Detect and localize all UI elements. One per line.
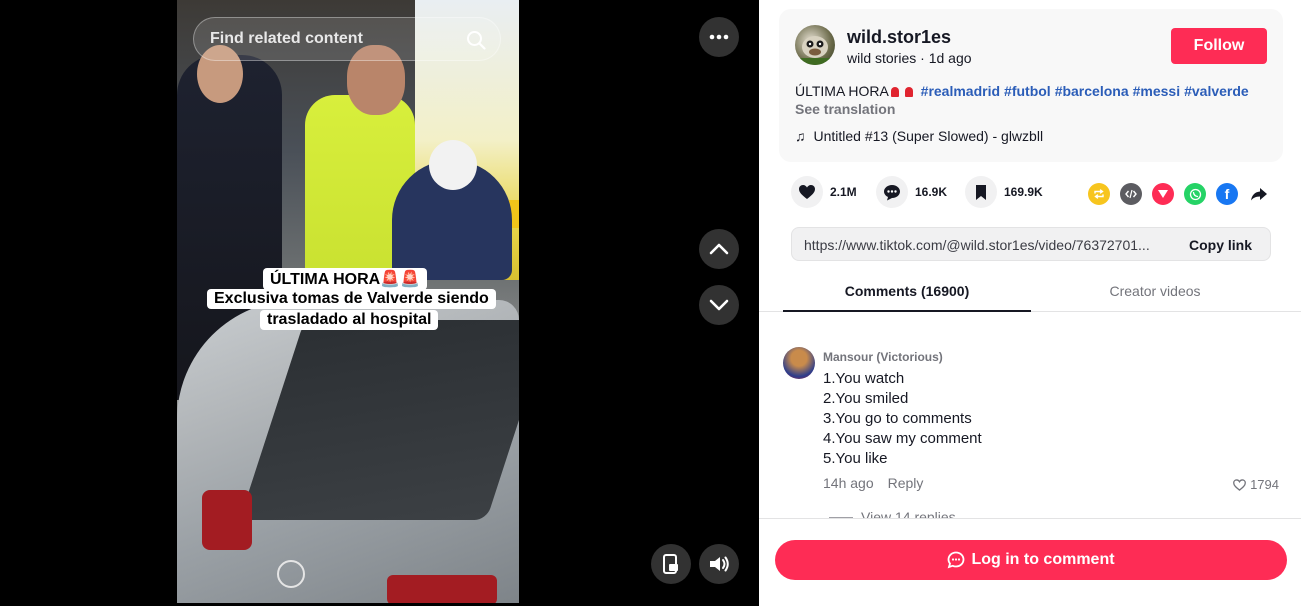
action-bar: 2.1M 16.9K 169.9K f	[759, 176, 1301, 212]
see-translation-link[interactable]: See translation	[795, 101, 895, 117]
more-dots-icon	[709, 34, 729, 40]
video-info-panel: wild.stor1es wild stories · 1d ago Follo…	[759, 0, 1301, 606]
search-placeholder: Find related content	[210, 30, 363, 47]
share-link-text[interactable]: https://www.tiktok.com/@wild.stor1es/vid…	[804, 237, 1174, 253]
author-subline: wild stories · 1d ago	[847, 50, 972, 66]
author-username[interactable]: wild.stor1es	[847, 27, 951, 48]
volume-icon	[710, 556, 729, 572]
commenter-name[interactable]: Mansour (Victorious)	[823, 350, 943, 364]
more-options-button[interactable]	[699, 17, 739, 57]
copy-link-button[interactable]: Copy link	[1189, 237, 1252, 253]
hashtag-link[interactable]: #barcelona	[1055, 83, 1129, 99]
comment-meta: 14h ago Reply	[823, 475, 923, 491]
login-label: Log in to comment	[971, 551, 1115, 568]
embed-icon[interactable]	[1120, 183, 1142, 205]
video-caption-line3: trasladado al hospital	[260, 310, 439, 330]
hashtag-link[interactable]: #realmadrid	[921, 83, 1000, 99]
follow-button[interactable]: Follow	[1171, 28, 1267, 64]
active-tab-indicator	[783, 310, 1031, 312]
comment-count: 16.9K	[915, 185, 948, 199]
comment-line: 4.You saw my comment	[823, 430, 982, 447]
hashtag-link[interactable]: #messi	[1133, 83, 1180, 99]
save-count: 169.9K	[1004, 185, 1043, 199]
volume-button[interactable]	[699, 544, 739, 584]
comment-bubble-icon	[948, 551, 965, 569]
chevron-up-icon	[709, 243, 729, 255]
search-icon[interactable]	[466, 30, 486, 50]
previous-video-button[interactable]	[699, 229, 739, 269]
music-note-icon: ♫	[795, 128, 806, 144]
comment-like-button[interactable]: 1794	[1233, 477, 1279, 492]
siren-emoji-icon	[890, 87, 899, 97]
video-player-area[interactable]: ÚLTIMA HORA🚨🚨 Exclusiva tomas de Valverd…	[0, 0, 759, 606]
hashtag-link[interactable]: #valverde	[1184, 83, 1249, 99]
description-text: ÚLTIMA HORA	[795, 83, 889, 99]
tiktok-video-page: ÚLTIMA HORA🚨🚨 Exclusiva tomas de Valverd…	[0, 0, 1301, 606]
find-related-search[interactable]: Find related content	[193, 17, 501, 61]
facebook-icon[interactable]: f	[1216, 183, 1238, 205]
next-video-button[interactable]	[699, 285, 739, 325]
hashtag-link[interactable]: #futbol	[1004, 83, 1051, 99]
heart-outline-icon	[1233, 478, 1247, 491]
comment-action[interactable]: 16.9K	[876, 176, 947, 208]
whatsapp-icon[interactable]	[1184, 183, 1206, 205]
share-arrow-icon[interactable]	[1248, 183, 1270, 205]
comment-line: 2.You smiled	[823, 390, 909, 407]
comment-like-count: 1794	[1250, 477, 1279, 492]
siren-emoji-icon	[904, 87, 913, 97]
avatar-image	[795, 36, 835, 65]
repost-icon[interactable]	[1088, 183, 1110, 205]
login-to-comment-button[interactable]: Log in to comment	[775, 540, 1287, 580]
like-action[interactable]: 2.1M	[791, 176, 857, 208]
chevron-down-icon	[709, 299, 729, 311]
save-action[interactable]: 169.9K	[965, 176, 1043, 208]
author-display-name: wild stories	[847, 50, 917, 66]
video-caption-line1: ÚLTIMA HORA🚨🚨	[263, 268, 428, 290]
video-description: ÚLTIMA HORA #realmadrid #futbol #barcelona…	[795, 83, 1249, 99]
floating-player-icon	[663, 554, 678, 574]
comment-item: Mansour (Victorious) 1.You watch 2.You s…	[759, 346, 1301, 520]
commenter-avatar[interactable]	[783, 347, 815, 379]
like-count: 2.1M	[830, 185, 857, 199]
comment-line: 3.You go to comments	[823, 410, 972, 427]
comment-bubble-icon[interactable]	[876, 176, 908, 208]
author-info-card: wild.stor1es wild stories · 1d ago Follo…	[779, 9, 1283, 162]
post-time: 1d ago	[928, 50, 972, 66]
share-link-box[interactable]: https://www.tiktok.com/@wild.stor1es/vid…	[791, 227, 1271, 261]
comment-bar: Log in to comment	[759, 518, 1301, 606]
tab-comments[interactable]: Comments (16900)	[783, 283, 1031, 299]
author-avatar[interactable]	[795, 25, 835, 65]
comment-line: 5.You like	[823, 450, 888, 467]
video-caption-line2: Exclusiva tomas de Valverde siendo	[207, 289, 496, 309]
comment-text: 1.You watch 2.You smiled 3.You go to com…	[823, 369, 982, 469]
comment-time: 14h ago	[823, 475, 874, 491]
music-title: Untitled #13 (Super Slowed) - glwzbll	[813, 128, 1044, 144]
panel-tabs: Comments (16900) Creator videos	[759, 275, 1301, 312]
send-icon[interactable]	[1152, 183, 1174, 205]
tab-creator-videos[interactable]: Creator videos	[1031, 283, 1279, 299]
bookmark-icon[interactable]	[965, 176, 997, 208]
heart-icon[interactable]	[791, 176, 823, 208]
music-link[interactable]: ♫ Untitled #13 (Super Slowed) - glwzbll	[795, 128, 1043, 144]
floating-player-button[interactable]	[651, 544, 691, 584]
comment-line: 1.You watch	[823, 370, 905, 387]
reply-button[interactable]: Reply	[888, 475, 924, 491]
